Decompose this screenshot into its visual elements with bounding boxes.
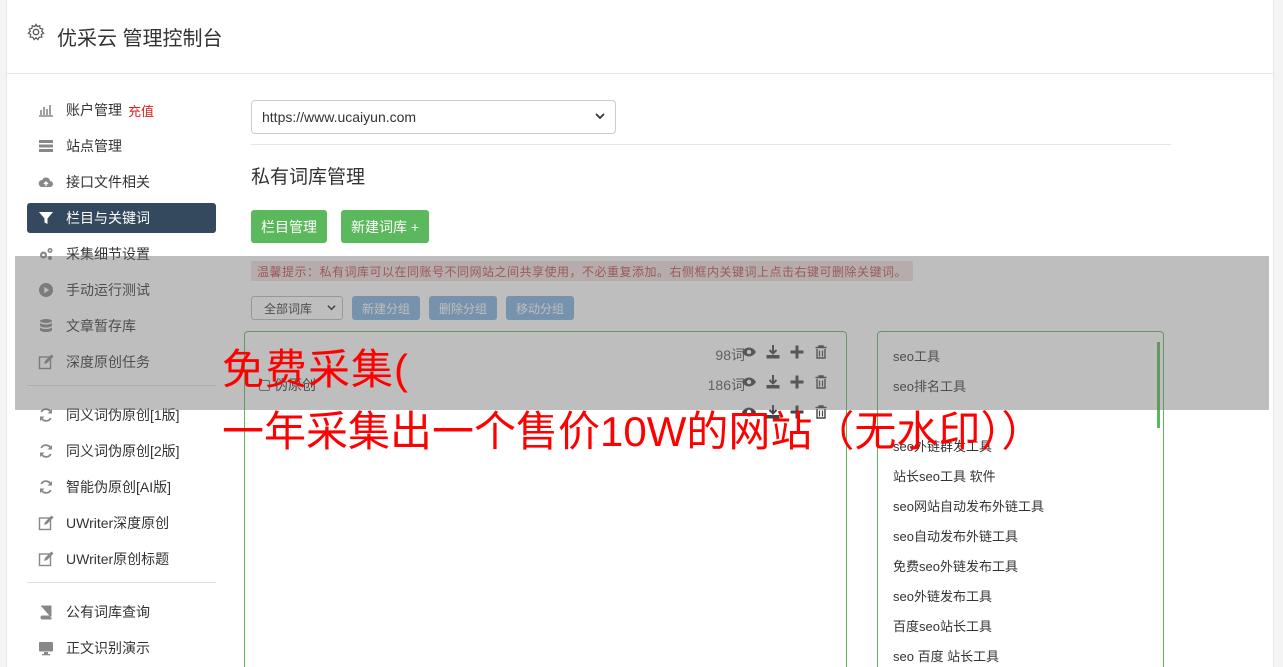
- sidebar-item-uwriter-title[interactable]: UWriter原创标题: [27, 544, 216, 574]
- column-manage-button[interactable]: 栏目管理: [251, 210, 327, 243]
- gear-icon: [27, 23, 45, 41]
- chevron-down-icon: [595, 111, 605, 124]
- divider: [251, 144, 1171, 145]
- top-bar: 优采云 管理控制台: [7, 0, 1273, 74]
- keyword-item[interactable]: seo自动发布外链工具: [893, 528, 1044, 558]
- sidebar-item-account[interactable]: 账户管理 充值: [27, 95, 216, 125]
- keyword-item[interactable]: seo网站自动发布外链工具: [893, 498, 1044, 528]
- sidebar-item-label: 智能伪原创[AI版]: [66, 479, 172, 495]
- watermark-band: [15, 256, 1269, 410]
- sidebar-item-label: 账户管理: [66, 102, 122, 118]
- keyword-item[interactable]: seo外链发布工具: [893, 588, 1044, 618]
- site-select-value: https://www.ucaiyun.com: [262, 109, 417, 125]
- watermark-text-line1: 免费采集(: [222, 346, 409, 393]
- refresh-icon: [37, 443, 55, 459]
- sidebar-item-label: 站点管理: [66, 138, 122, 154]
- sidebar-item-label: 公有词库查询: [66, 604, 150, 620]
- keyword-item[interactable]: seo 百度 站长工具: [893, 648, 1044, 667]
- sidebar-item-ai-rewrite[interactable]: 智能伪原创[AI版]: [27, 472, 216, 502]
- cloud-upload-icon: [37, 174, 55, 190]
- sidebar-item-label: UWriter原创标题: [66, 551, 170, 567]
- edit-icon: [37, 515, 55, 531]
- sidebar-item-label: 同义词伪原创[2版]: [66, 443, 180, 459]
- sidebar-item-sites[interactable]: 站点管理: [27, 131, 216, 161]
- keyword-item[interactable]: 站长seo工具 软件: [893, 468, 1044, 498]
- sidebar-item-text-recognition[interactable]: 正文识别演示: [27, 633, 216, 663]
- sidebar-divider: [27, 582, 216, 583]
- keyword-item[interactable]: 免费seo外链发布工具: [893, 558, 1044, 588]
- site-select[interactable]: https://www.ucaiyun.com: [251, 100, 616, 134]
- filter-icon: [37, 210, 55, 226]
- sidebar-item-label: 正文识别演示: [66, 640, 150, 656]
- action-buttons: 栏目管理 新建词库 +: [251, 210, 1171, 243]
- recharge-link[interactable]: 充值: [128, 101, 154, 120]
- book-icon: [37, 604, 55, 620]
- monitor-icon: [37, 640, 55, 656]
- sidebar-item-label: 栏目与关键词: [66, 210, 150, 226]
- server-icon: [37, 138, 55, 154]
- refresh-icon: [37, 479, 55, 495]
- new-lexicon-button[interactable]: 新建词库 +: [341, 210, 430, 243]
- watermark-text-line2: 一年采集出一个售价10W的网站（无水印））: [222, 408, 1044, 455]
- sidebar-item-public-lexicon[interactable]: 公有词库查询: [27, 597, 216, 627]
- sidebar-item-synonym-v2[interactable]: 同义词伪原创[2版]: [27, 436, 216, 466]
- sidebar-item-uwriter-deep[interactable]: UWriter深度原创: [27, 508, 216, 538]
- page-title: 私有词库管理: [251, 167, 366, 188]
- app-title: 优采云 管理控制台: [57, 28, 223, 50]
- sidebar-item-columns-keywords[interactable]: 栏目与关键词: [27, 203, 216, 233]
- sidebar-item-api-files[interactable]: 接口文件相关: [27, 167, 216, 197]
- sidebar-item-label: UWriter深度原创: [66, 515, 170, 531]
- edit-icon: [37, 551, 55, 567]
- sidebar-item-label: 接口文件相关: [66, 174, 150, 190]
- bar-chart-icon: [37, 102, 55, 118]
- keyword-item[interactable]: 百度seo站长工具: [893, 618, 1044, 648]
